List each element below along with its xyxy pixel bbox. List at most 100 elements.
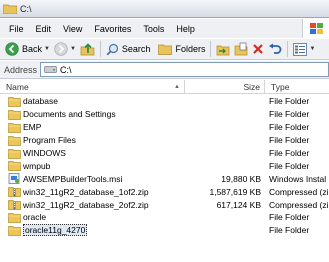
address-label: Address bbox=[4, 64, 38, 75]
file-row[interactable]: database File Folder bbox=[0, 95, 329, 108]
file-name-cell[interactable]: WINDOWS bbox=[0, 148, 265, 159]
column-headers: Name ▲ Size Type bbox=[0, 80, 329, 94]
folder-icon bbox=[8, 212, 21, 223]
back-label: Back bbox=[22, 44, 43, 54]
file-list: database File Folder Documents and Setting… bbox=[0, 95, 329, 262]
file-name: wmpub bbox=[23, 160, 51, 171]
undo-button[interactable] bbox=[266, 40, 284, 58]
up-folder-button[interactable] bbox=[78, 40, 97, 58]
menu-bar: File Edit View Favorites Tools Help bbox=[0, 19, 329, 38]
file-type: File Folder bbox=[269, 212, 310, 223]
file-name: Documents and Settings bbox=[23, 109, 116, 120]
views-icon bbox=[293, 42, 308, 56]
file-row[interactable]: oracle File Folder bbox=[0, 211, 329, 224]
zip-icon bbox=[8, 199, 21, 210]
column-name[interactable]: Name ▲ bbox=[0, 80, 185, 94]
file-name-cell[interactable]: Program Files bbox=[0, 135, 265, 146]
file-name: EMP bbox=[23, 122, 42, 133]
menu-tools[interactable]: Tools bbox=[137, 24, 170, 34]
file-name-cell[interactable]: oracle11g_4270 bbox=[0, 224, 265, 237]
file-name: win32_11gR2_database_2of2.zip bbox=[23, 199, 149, 210]
column-type-label: Type bbox=[271, 82, 290, 92]
folder-icon bbox=[8, 160, 21, 172]
folder-icon bbox=[8, 135, 21, 146]
folders-button[interactable]: Folders bbox=[156, 40, 207, 58]
file-type: File Folder bbox=[269, 160, 310, 171]
file-name: Program Files bbox=[23, 135, 76, 146]
column-type[interactable]: Type bbox=[265, 80, 329, 94]
up-folder-icon bbox=[80, 43, 95, 56]
forward-button[interactable]: ▼ bbox=[52, 40, 78, 58]
file-name-cell[interactable]: oracle bbox=[0, 212, 265, 223]
file-type: Windows Instal bbox=[269, 173, 327, 184]
search-label: Search bbox=[121, 44, 151, 54]
file-row[interactable]: oracle11g_4270 File Folder bbox=[0, 224, 329, 237]
column-size[interactable]: Size bbox=[185, 80, 265, 94]
window-title: C:\ bbox=[20, 3, 32, 14]
back-arrow-icon bbox=[5, 42, 19, 56]
menu-edit[interactable]: Edit bbox=[30, 24, 58, 34]
file-row[interactable]: win32_11gR2_database_2of2.zip 617,124 KB C… bbox=[0, 198, 329, 211]
folder-icon bbox=[8, 225, 21, 236]
file-type: File Folder bbox=[269, 148, 310, 158]
folder-icon bbox=[3, 4, 17, 14]
delete-icon bbox=[253, 44, 264, 54]
toolbar-divider bbox=[99, 41, 101, 57]
file-row[interactable]: WINDOWS File Folder bbox=[0, 147, 329, 160]
file-name-cell[interactable]: EMP bbox=[0, 122, 265, 133]
toolbar: Back ▼ ▼ Search Folders ▼ bbox=[0, 38, 329, 60]
file-name: database bbox=[23, 96, 58, 107]
back-button[interactable]: Back ▼ bbox=[3, 40, 52, 58]
chevron-down-icon[interactable]: ▼ bbox=[309, 46, 315, 52]
move-to-button[interactable] bbox=[214, 40, 232, 58]
delete-button[interactable] bbox=[250, 40, 266, 58]
file-row[interactable]: EMP File Folder bbox=[0, 121, 329, 134]
file-type: File Folder bbox=[269, 122, 310, 133]
file-name: win32_11gR2_database_1of2.zip bbox=[23, 186, 149, 197]
file-size: 617,124 KB bbox=[216, 199, 261, 210]
title-bar: C:\ bbox=[0, 0, 329, 18]
file-type: Compressed (zi bbox=[269, 186, 329, 197]
forward-arrow-icon bbox=[54, 42, 68, 56]
file-name: oracle bbox=[23, 212, 47, 223]
column-size-label: Size bbox=[243, 82, 260, 92]
file-name: AWSEMPBuilderTools.msi bbox=[23, 173, 123, 184]
file-name-cell[interactable]: database bbox=[0, 96, 265, 107]
toolbar-divider bbox=[210, 41, 212, 57]
file-row[interactable]: Program Files File Folder bbox=[0, 134, 329, 147]
file-row[interactable]: Documents and Settings File Folder bbox=[0, 108, 329, 121]
menu-file[interactable]: File bbox=[3, 24, 30, 34]
file-type: Compressed (zi bbox=[269, 199, 329, 210]
menu-view[interactable]: View bbox=[57, 24, 88, 34]
zip-icon bbox=[8, 186, 21, 198]
file-name-cell[interactable]: wmpub bbox=[0, 160, 265, 172]
undo-icon bbox=[269, 43, 282, 54]
file-row[interactable]: win32_11gR2_database_1of2.zip 1,587,619 K… bbox=[0, 185, 329, 198]
file-name: WINDOWS bbox=[23, 148, 66, 158]
copy-to-button[interactable] bbox=[232, 40, 250, 58]
windows-logo-icon bbox=[302, 19, 329, 38]
folder-icon bbox=[8, 96, 21, 107]
file-row[interactable]: wmpub File Folder bbox=[0, 159, 329, 172]
column-name-label: Name bbox=[6, 82, 29, 92]
copy-to-icon bbox=[235, 42, 248, 56]
menu-favorites[interactable]: Favorites bbox=[88, 24, 137, 34]
file-type: File Folder bbox=[269, 96, 310, 107]
views-button[interactable]: ▼ bbox=[291, 40, 317, 58]
folders-icon bbox=[158, 44, 173, 55]
chevron-down-icon[interactable]: ▼ bbox=[44, 46, 50, 52]
folder-icon bbox=[8, 122, 21, 133]
menu-help[interactable]: Help bbox=[170, 24, 201, 34]
file-name-cell[interactable]: Documents and Settings bbox=[0, 109, 265, 120]
address-input[interactable]: C:\ bbox=[40, 62, 329, 77]
folder-icon bbox=[8, 109, 21, 120]
file-name: oracle11g_4270 bbox=[23, 224, 88, 237]
address-bar: Address C:\ bbox=[0, 61, 329, 79]
chevron-down-icon[interactable]: ▼ bbox=[70, 46, 76, 52]
search-icon bbox=[106, 43, 119, 55]
toolbar-divider bbox=[287, 41, 289, 57]
file-row[interactable]: AWSEMPBuilderTools.msi 19,880 KB Windows I… bbox=[0, 172, 329, 185]
file-type: File Folder bbox=[269, 135, 310, 146]
move-to-icon bbox=[217, 45, 230, 56]
search-button[interactable]: Search bbox=[104, 40, 153, 58]
